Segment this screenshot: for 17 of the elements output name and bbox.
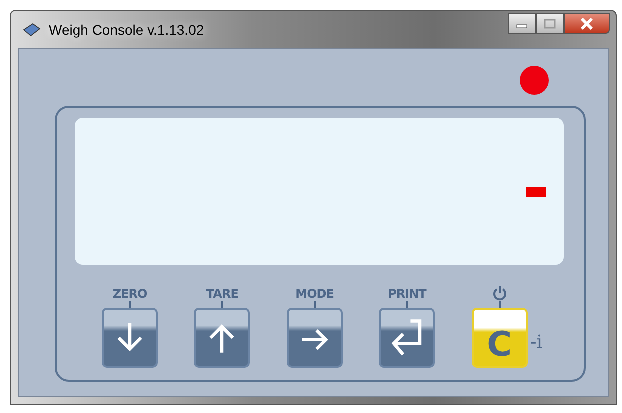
key-label: PRINT [388, 287, 426, 301]
scale-icon [23, 22, 41, 36]
up-key[interactable] [194, 308, 250, 368]
window-title: Weigh Console v.1.13.02 [49, 22, 204, 38]
close-button[interactable] [564, 13, 610, 34]
enter-key[interactable] [379, 308, 436, 368]
maximize-button[interactable] [536, 13, 564, 34]
key-label: TARE [206, 287, 238, 301]
down-key[interactable] [102, 308, 158, 368]
key-label: MODE [296, 287, 334, 301]
clear-key[interactable]: C [472, 308, 528, 368]
key-label: ZERO [112, 287, 148, 301]
minimize-button[interactable] [508, 13, 536, 34]
key-suffix: -i [530, 332, 542, 352]
maximize-icon [544, 18, 556, 28]
right-key[interactable] [286, 308, 343, 368]
close-icon [580, 18, 594, 30]
